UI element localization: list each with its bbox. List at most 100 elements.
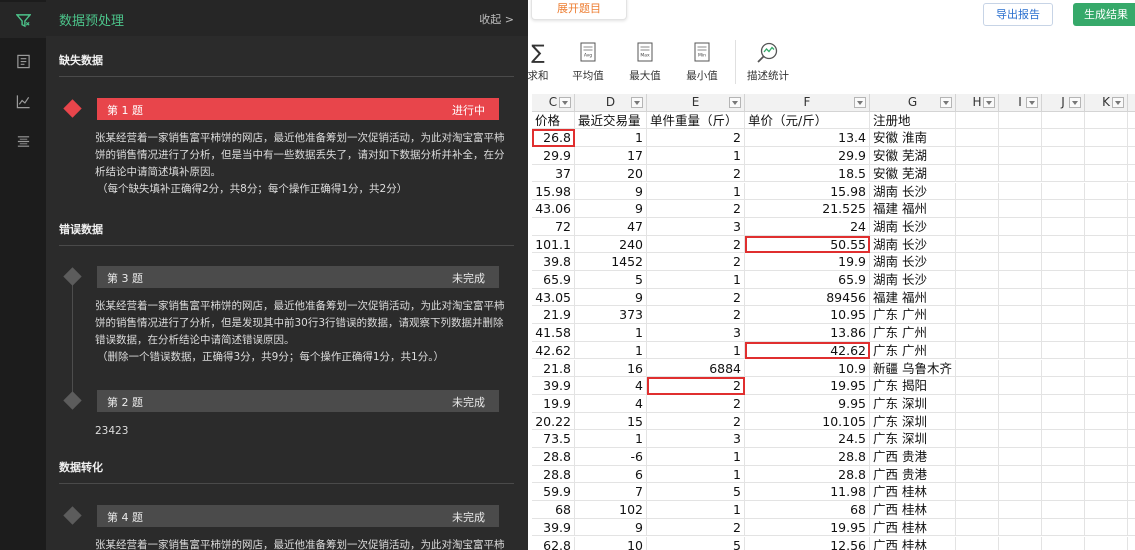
empty-cell[interactable] bbox=[1085, 465, 1128, 484]
table-cell[interactable]: 9 bbox=[575, 182, 647, 201]
table-cell[interactable]: 广西 桂林 bbox=[870, 518, 956, 537]
table-cell[interactable]: 21.9 bbox=[532, 306, 575, 325]
table-cell[interactable]: -6 bbox=[575, 448, 647, 466]
empty-cell[interactable] bbox=[1128, 377, 1135, 395]
empty-cell[interactable] bbox=[999, 448, 1042, 466]
table-cell[interactable]: 15.98 bbox=[745, 182, 870, 201]
table-cell[interactable]: 13.86 bbox=[745, 324, 870, 342]
empty-cell[interactable] bbox=[956, 394, 999, 413]
empty-cell[interactable] bbox=[1085, 377, 1128, 395]
table-cell[interactable]: 59.9 bbox=[532, 483, 575, 502]
table-cell[interactable]: 28.8 bbox=[745, 465, 870, 484]
empty-cell[interactable] bbox=[999, 412, 1042, 431]
document-icon[interactable] bbox=[0, 43, 46, 79]
table-cell[interactable]: 10.95 bbox=[745, 306, 870, 325]
empty-cell[interactable] bbox=[999, 377, 1042, 395]
table-cell[interactable]: 65.9 bbox=[745, 271, 870, 289]
table-cell[interactable]: 广东 深圳 bbox=[870, 394, 956, 413]
table-cell[interactable]: 广西 桂林 bbox=[870, 536, 956, 550]
empty-cell[interactable] bbox=[1042, 164, 1085, 183]
column-header-L[interactable]: L bbox=[1128, 94, 1135, 112]
table-cell[interactable]: 湖南 长沙 bbox=[870, 271, 956, 289]
empty-cell[interactable] bbox=[999, 271, 1042, 289]
table-cell[interactable]: 1 bbox=[575, 324, 647, 342]
empty-cell[interactable] bbox=[1042, 394, 1085, 413]
table-cell[interactable]: 福建 福州 bbox=[870, 200, 956, 218]
table-cell[interactable]: 广西 贵港 bbox=[870, 448, 956, 466]
empty-cell[interactable] bbox=[999, 147, 1042, 165]
empty-cell[interactable] bbox=[1085, 182, 1128, 201]
table-cell[interactable]: 21.525 bbox=[745, 200, 870, 218]
table-cell[interactable]: 2 bbox=[647, 306, 745, 325]
empty-cell[interactable] bbox=[1128, 360, 1135, 378]
empty-cell[interactable] bbox=[1128, 324, 1135, 342]
table-cell[interactable]: 37 bbox=[532, 164, 575, 183]
table-cell[interactable]: 1 bbox=[647, 341, 745, 360]
empty-cell[interactable] bbox=[999, 341, 1042, 360]
table-cell[interactable]: 2 bbox=[647, 164, 745, 183]
empty-cell[interactable] bbox=[999, 164, 1042, 183]
table-cell[interactable]: 1 bbox=[647, 182, 745, 201]
export-report-button[interactable]: 导出报告 bbox=[983, 3, 1053, 26]
min-tool[interactable]: Min 最小值 bbox=[682, 40, 722, 86]
empty-cell[interactable] bbox=[999, 394, 1042, 413]
table-cell[interactable]: 广西 桂林 bbox=[870, 483, 956, 502]
empty-cell[interactable] bbox=[1042, 324, 1085, 342]
table-cell[interactable]: 101.1 bbox=[532, 235, 575, 254]
collapse-button[interactable]: 收起 > bbox=[479, 11, 514, 27]
table-cell[interactable]: 20 bbox=[575, 164, 647, 183]
table-cell[interactable]: 2 bbox=[647, 129, 745, 148]
table-cell[interactable]: 24.5 bbox=[745, 430, 870, 448]
empty-cell[interactable] bbox=[956, 164, 999, 183]
empty-cell[interactable] bbox=[999, 518, 1042, 537]
empty-cell[interactable] bbox=[1128, 183, 1135, 201]
empty-cell[interactable] bbox=[1085, 288, 1128, 307]
table-cell[interactable]: 19.95 bbox=[745, 377, 870, 395]
sum-tool[interactable]: ∑ 求和 bbox=[528, 40, 556, 86]
filter-dropdown-icon[interactable] bbox=[1112, 97, 1124, 108]
table-cell[interactable]: 39.9 bbox=[532, 518, 575, 537]
table-cell[interactable]: 1 bbox=[647, 448, 745, 466]
table-cell[interactable]: 广东 广州 bbox=[870, 324, 956, 342]
table-cell[interactable]: 18.5 bbox=[745, 164, 870, 183]
table-cell[interactable]: 广东 揭阳 bbox=[870, 377, 956, 395]
empty-cell[interactable] bbox=[1085, 324, 1128, 342]
empty-cell[interactable] bbox=[956, 501, 999, 519]
empty-cell[interactable] bbox=[1085, 359, 1128, 378]
empty-cell[interactable] bbox=[1128, 501, 1135, 519]
table-cell[interactable]: 安徽 淮南 bbox=[870, 129, 956, 148]
question-4-bar[interactable]: 第 4 题 未完成 bbox=[97, 505, 499, 527]
empty-cell[interactable] bbox=[1042, 111, 1085, 130]
table-cell[interactable]: 广东 广州 bbox=[870, 306, 956, 325]
table-cell[interactable]: 3 bbox=[647, 217, 745, 236]
empty-cell[interactable] bbox=[956, 341, 999, 360]
table-cell[interactable]: 新疆 乌鲁木齐 bbox=[870, 359, 956, 378]
empty-cell[interactable] bbox=[1085, 217, 1128, 236]
empty-cell[interactable] bbox=[1085, 200, 1128, 218]
empty-cell[interactable] bbox=[956, 377, 999, 395]
empty-cell[interactable] bbox=[956, 129, 999, 148]
empty-cell[interactable] bbox=[999, 253, 1042, 271]
empty-cell[interactable] bbox=[1128, 253, 1135, 271]
question-3-bar[interactable]: 第 3 题 未完成 bbox=[97, 266, 499, 288]
empty-cell[interactable] bbox=[1085, 253, 1128, 271]
filter-dropdown-icon[interactable] bbox=[559, 97, 571, 108]
empty-cell[interactable] bbox=[1085, 235, 1128, 254]
empty-cell[interactable] bbox=[1042, 412, 1085, 431]
empty-cell[interactable] bbox=[956, 430, 999, 448]
table-cell[interactable]: 2 bbox=[647, 394, 745, 413]
empty-cell[interactable] bbox=[956, 288, 999, 307]
empty-cell[interactable] bbox=[1128, 395, 1135, 413]
table-cell[interactable]: 39.9 bbox=[532, 377, 575, 395]
column-header-G[interactable]: G bbox=[870, 94, 956, 112]
table-cell[interactable]: 28.8 bbox=[745, 448, 870, 466]
empty-cell[interactable] bbox=[1042, 253, 1085, 271]
column-header-H[interactable]: H bbox=[956, 94, 999, 112]
empty-cell[interactable] bbox=[1042, 182, 1085, 201]
empty-cell[interactable] bbox=[1042, 341, 1085, 360]
empty-cell[interactable] bbox=[1042, 235, 1085, 254]
table-cell[interactable]: 41.58 bbox=[532, 324, 575, 342]
field-header-cell[interactable]: 单件重量（斤） bbox=[647, 111, 745, 130]
empty-cell[interactable] bbox=[1042, 430, 1085, 448]
empty-cell[interactable] bbox=[1085, 306, 1128, 325]
